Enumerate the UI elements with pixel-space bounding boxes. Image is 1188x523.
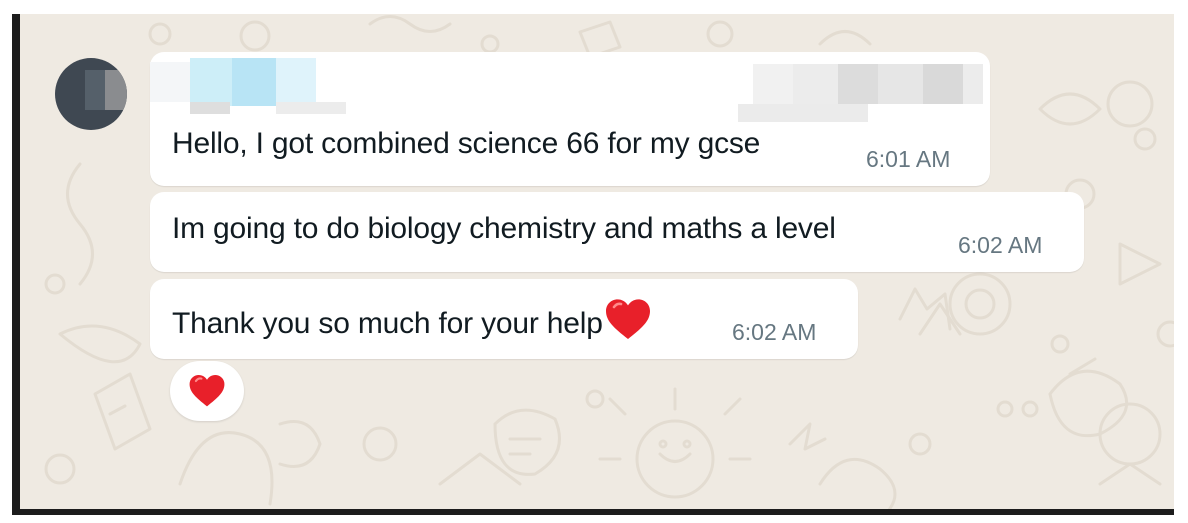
red-heart-icon [189,374,225,407]
chat-background: Hello, I got combined science 66 for my … [20,14,1174,509]
message-text: Thank you so much for your help [172,307,603,340]
message-timestamp: 6:02 AM [732,319,817,345]
sender-name-redacted [150,56,430,114]
message-bubble-2[interactable]: Im going to do biology chemistry and mat… [150,192,1084,272]
message-text: Im going to do biology chemistry and mat… [172,212,836,245]
message-timestamp: 6:01 AM [866,146,951,172]
message-text: Hello, I got combined science 66 for my … [172,127,761,160]
message-bubble-3[interactable]: Thank you so much for your help 6:02 AM [150,279,858,359]
red-heart-icon [605,299,650,339]
message-timestamp: 6:02 AM [958,232,1043,258]
reaction-badge[interactable] [170,361,244,421]
message-bubble-1[interactable]: Hello, I got combined science 66 for my … [150,52,990,186]
avatar[interactable] [55,58,127,130]
sender-phone-redacted [738,60,988,122]
message-text-wrapper: Thank you so much for your help [172,297,652,341]
